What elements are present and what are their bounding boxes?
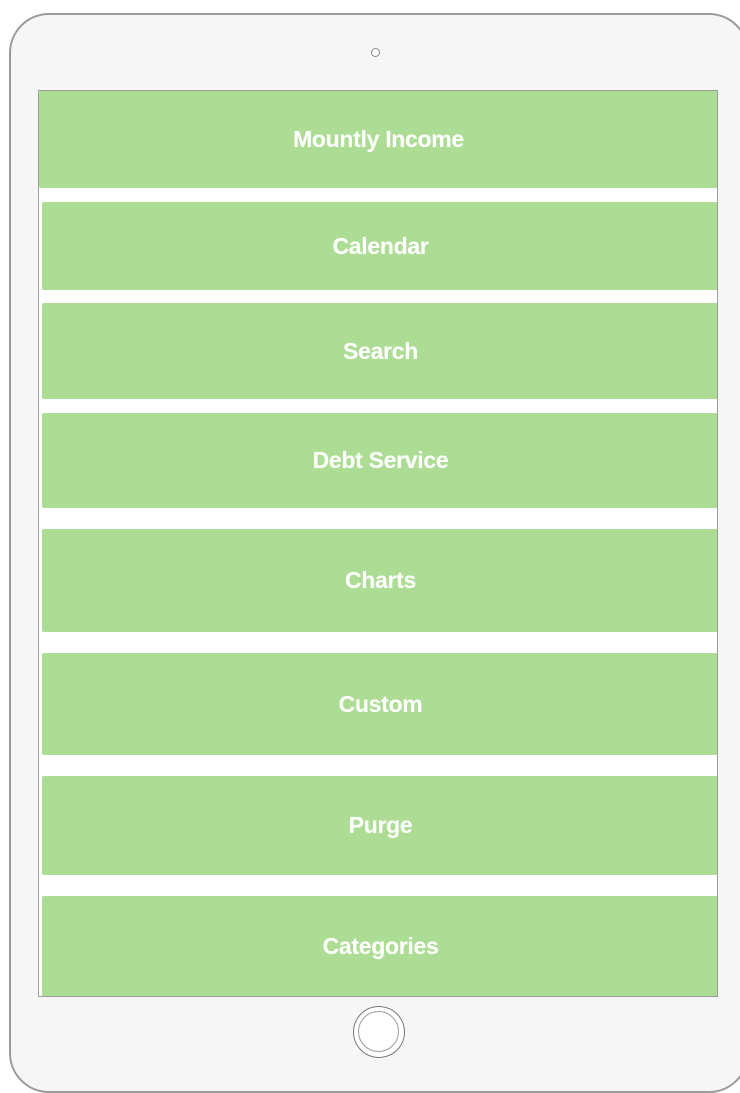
search-button[interactable]: Search — [42, 303, 717, 399]
calendar-button[interactable]: Calendar — [42, 202, 717, 290]
purge-button[interactable]: Purge — [42, 776, 717, 875]
home-button-icon[interactable] — [353, 1006, 405, 1058]
app-screen: Mountly Income Calendar Search Debt Serv… — [38, 90, 718, 997]
charts-button[interactable]: Charts — [42, 529, 717, 632]
custom-button[interactable]: Custom — [42, 653, 717, 755]
camera-icon — [371, 48, 380, 57]
categories-button[interactable]: Categories — [42, 896, 717, 996]
home-button-ring — [358, 1011, 399, 1052]
monthly-income-button[interactable]: Mountly Income — [39, 91, 717, 188]
debt-service-button[interactable]: Debt Service — [42, 413, 717, 508]
